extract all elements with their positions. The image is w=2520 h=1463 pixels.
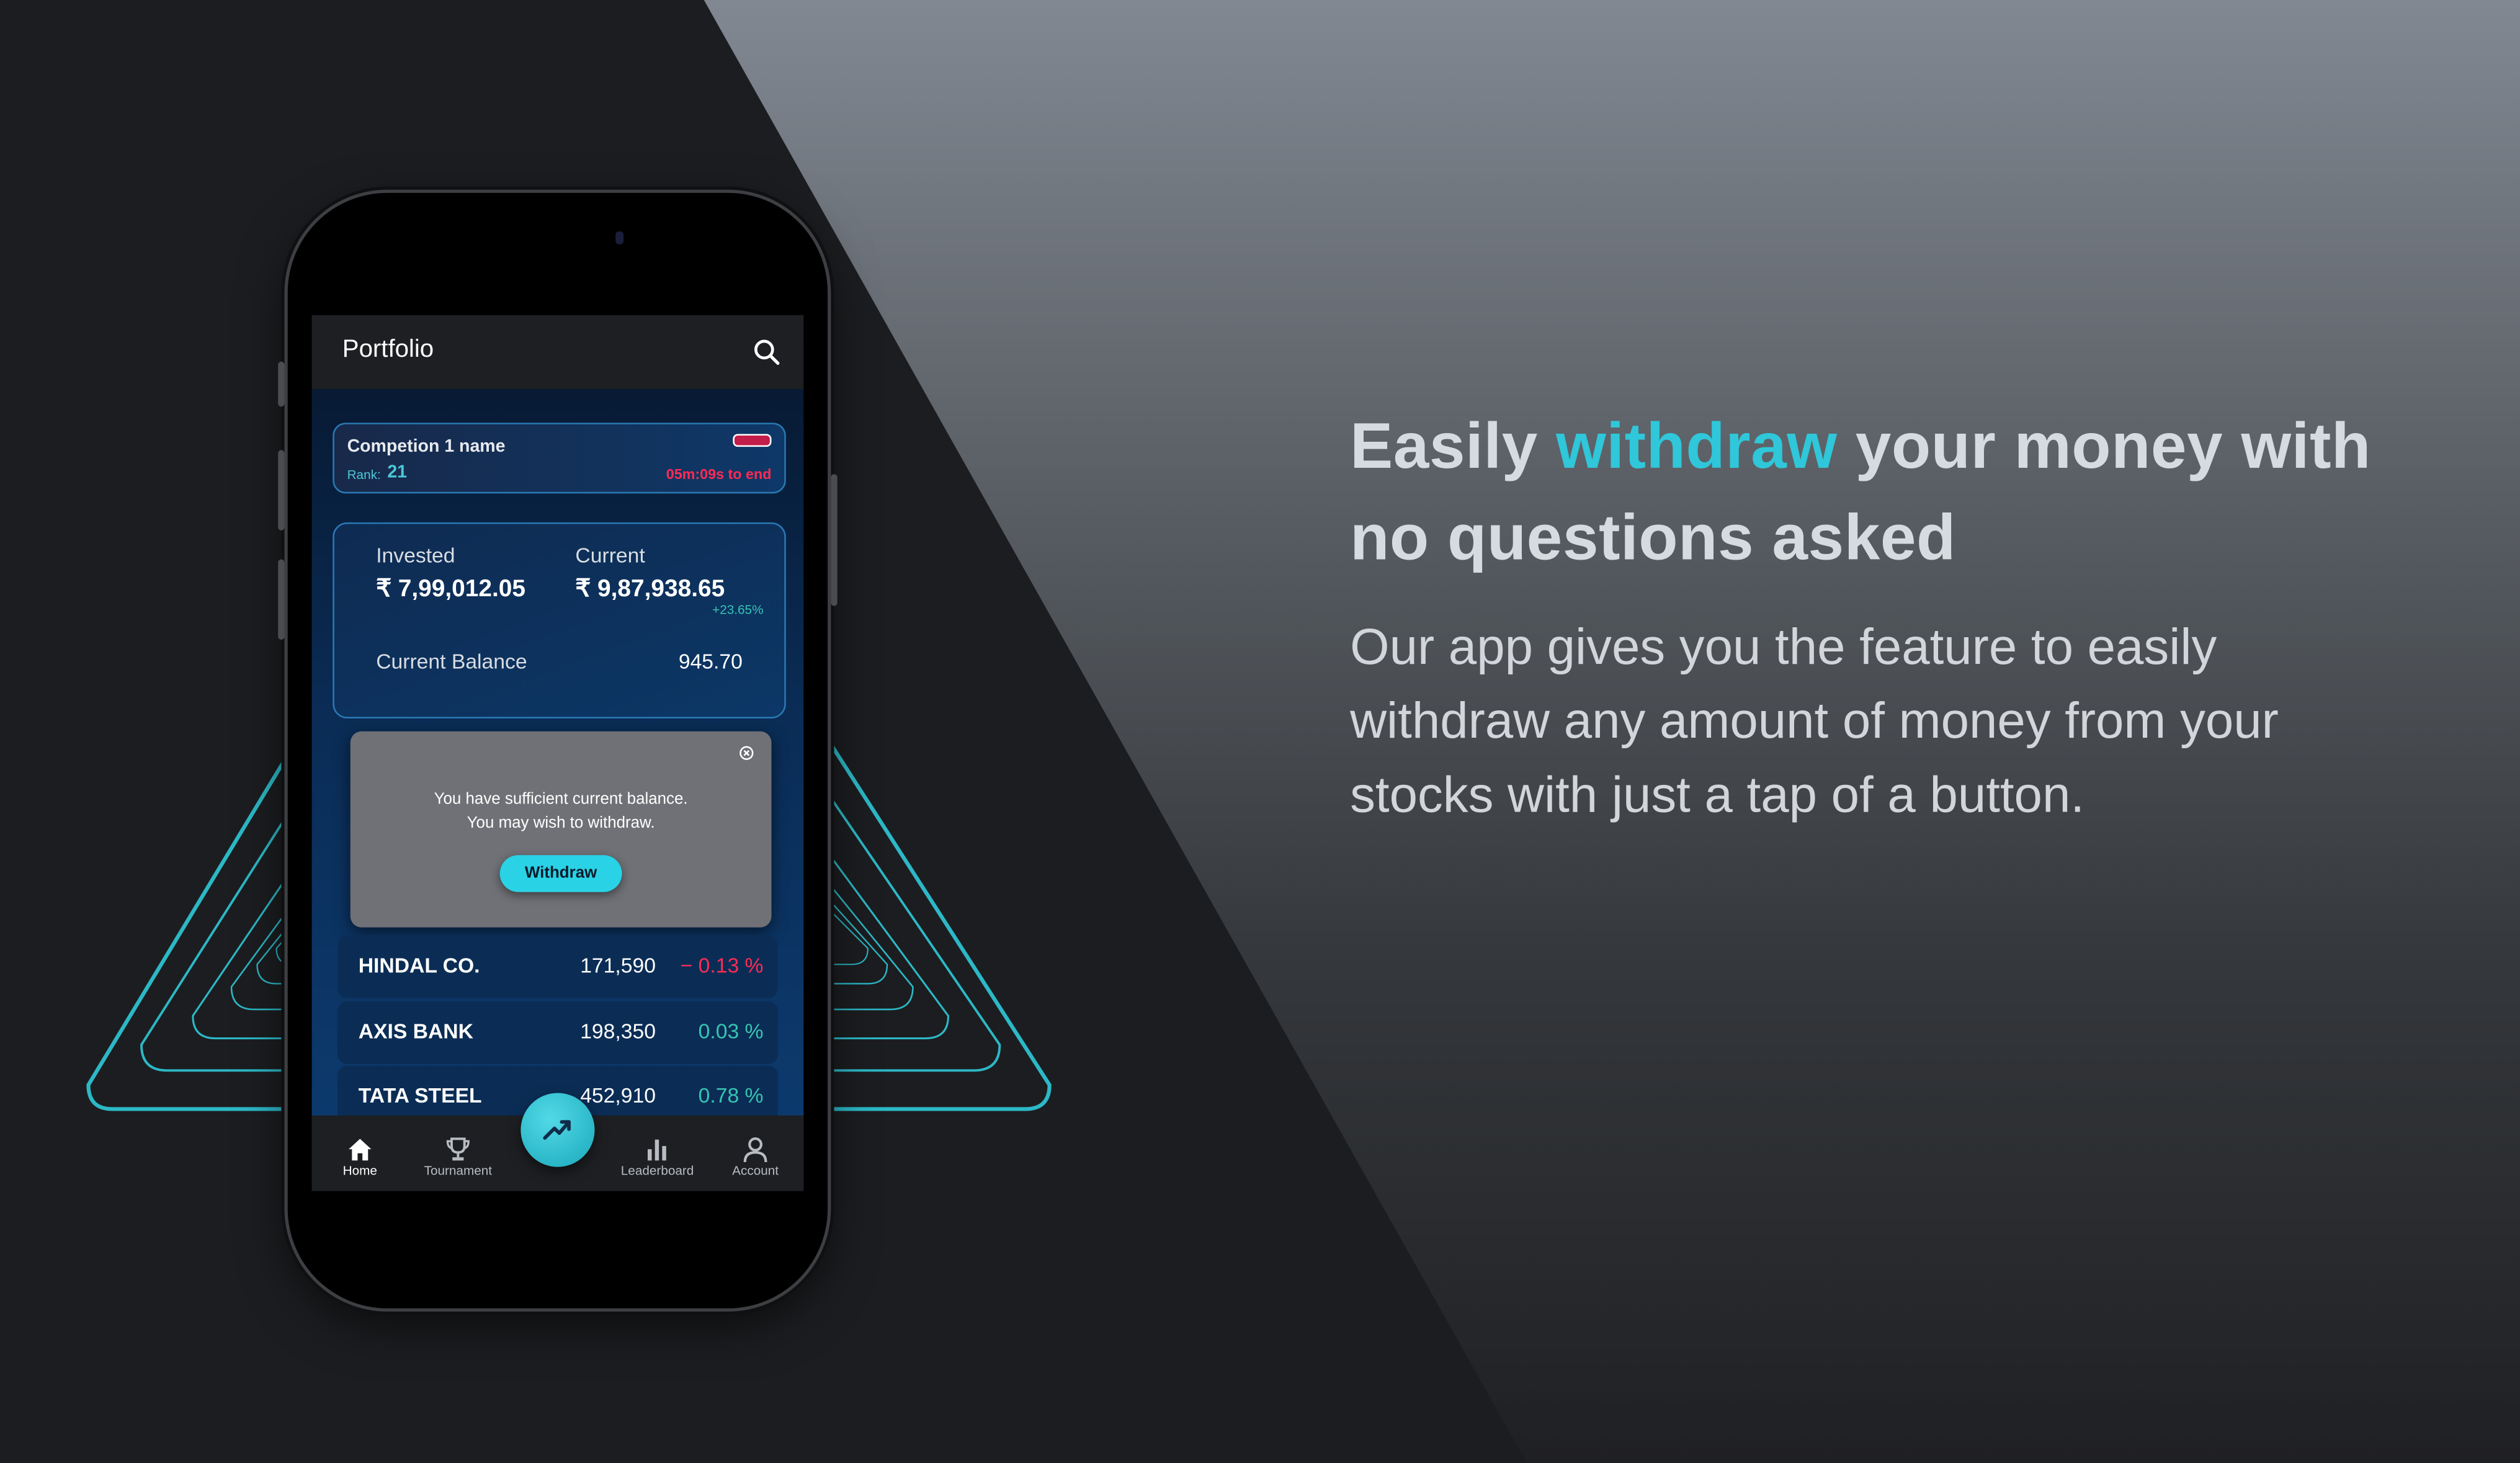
search-icon[interactable] <box>752 338 781 367</box>
balance-label: Current Balance <box>376 649 527 674</box>
camera-icon <box>615 231 624 244</box>
close-icon[interactable] <box>739 746 754 760</box>
change-percent: +23.65% <box>712 602 764 617</box>
stock-change: 0.78 % <box>698 1083 764 1107</box>
power-button <box>831 474 838 606</box>
stock-name: TATA STEEL <box>358 1083 482 1107</box>
portfolio-summary-card: Invested ₹ 7,99,012.05 Current ₹ 9,87,93… <box>333 522 786 718</box>
nav-leaderboard[interactable]: Leaderboard <box>607 1135 707 1178</box>
balance-value: 945.70 <box>678 649 743 674</box>
stock-name: HINDAL CO. <box>358 953 480 978</box>
promo-canvas: Easily withdraw your money with no quest… <box>0 0 2520 1463</box>
current-value: ₹ 9,87,938.65 <box>575 575 725 603</box>
headline-text: Easily <box>1350 411 1557 483</box>
headline: Easily withdraw your money with no quest… <box>1350 402 2379 585</box>
countdown-timer: 05m:09s to end <box>666 466 772 483</box>
dialog-message-line2: You may wish to withdraw. <box>467 815 655 833</box>
stock-price: 198,350 <box>580 1019 656 1044</box>
phone-frame: Portfolio Competion 1 name Rank: 21 05m:… <box>278 192 838 1309</box>
stock-price: 452,910 <box>580 1083 656 1107</box>
app-screen: Portfolio Competion 1 name Rank: 21 05m:… <box>311 315 804 1191</box>
stock-row[interactable]: AXIS BANK 198,350 0.03 % <box>337 1001 778 1064</box>
nav-leaderboard-label: Leaderboard <box>620 1163 694 1178</box>
page-title: Portfolio <box>342 336 434 364</box>
nav-tournament-label: Tournament <box>424 1163 493 1178</box>
withdraw-button[interactable]: Withdraw <box>499 855 622 892</box>
competition-name: Competion 1 name <box>347 437 506 457</box>
live-badge <box>733 434 772 447</box>
competition-card[interactable]: Competion 1 name Rank: 21 05m:09s to end <box>333 423 786 494</box>
nav-tournament[interactable]: Tournament <box>411 1135 504 1178</box>
bar-chart-icon <box>648 1139 666 1161</box>
app-bar: Portfolio <box>311 315 804 389</box>
nav-account-label: Account <box>732 1163 779 1178</box>
volume-up-button <box>278 450 285 530</box>
stock-row[interactable]: HINDAL CO. 171,590 − 0.13 % <box>337 935 778 998</box>
nav-home-label: Home <box>342 1163 377 1178</box>
rank-label: Rank: <box>347 467 381 483</box>
stock-name: AXIS BANK <box>358 1019 473 1044</box>
user-icon <box>743 1137 767 1163</box>
current-label: Current <box>575 543 645 568</box>
withdraw-dialog: You have sufficient current balance. You… <box>350 731 772 928</box>
stock-price: 171,590 <box>580 953 656 978</box>
dialog-message-line1: You have sufficient current balance. <box>434 790 688 809</box>
trade-fab-button[interactable] <box>521 1093 595 1167</box>
mute-switch <box>278 361 285 407</box>
home-icon <box>349 1139 372 1161</box>
description: Our app gives you the feature to easily … <box>1350 617 2279 823</box>
trophy-icon <box>446 1137 470 1161</box>
rank-value: 21 <box>387 463 408 483</box>
stock-change: 0.03 % <box>698 1019 764 1044</box>
invested-value: ₹ 7,99,012.05 <box>376 575 526 603</box>
stock-change: − 0.13 % <box>680 953 764 978</box>
nav-account[interactable]: Account <box>722 1135 789 1178</box>
invested-label: Invested <box>376 543 455 568</box>
volume-down-button <box>278 559 285 640</box>
nav-home[interactable]: Home <box>336 1135 384 1178</box>
trend-up-icon <box>543 1120 571 1140</box>
headline-highlight: withdraw <box>1556 411 1838 483</box>
